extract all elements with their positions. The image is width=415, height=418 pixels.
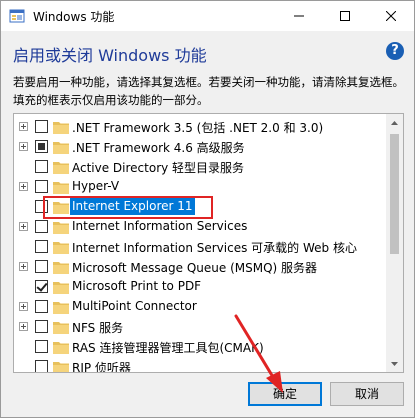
feature-label: NFS 服务 xyxy=(72,321,124,335)
features-list[interactable]: .NET Framework 3.5 (包括 .NET 2.0 和 3.0) .N… xyxy=(13,113,404,373)
expand-plus-icon[interactable] xyxy=(19,262,28,271)
cancel-button[interactable]: 取消 xyxy=(330,382,404,406)
folder-icon xyxy=(53,362,69,372)
folder-icon xyxy=(53,262,69,274)
folder-icon xyxy=(53,182,69,194)
page-heading: 启用或关闭 Windows 功能 xyxy=(13,46,207,65)
feature-checkbox[interactable] xyxy=(35,140,48,153)
description-text: 若要启用一种功能，请选择其复选框。若要关闭一种功能，请清除其复选框。填充的框表示… xyxy=(13,75,404,107)
expand-plus-icon[interactable] xyxy=(19,222,28,231)
expand-plus-icon[interactable] xyxy=(19,182,28,191)
feature-checkbox[interactable] xyxy=(35,180,48,193)
folder-icon xyxy=(53,302,69,314)
scroll-down-icon xyxy=(391,361,398,366)
feature-row[interactable]: NFS 服务 xyxy=(14,317,386,337)
feature-checkbox[interactable] xyxy=(35,160,48,173)
feature-row[interactable]: Microsoft Print to PDF xyxy=(14,277,386,297)
feature-label: Microsoft Message Queue (MSMQ) 服务器 xyxy=(72,261,318,275)
feature-label: Hyper-V xyxy=(72,179,120,193)
scroll-up-icon xyxy=(391,120,398,125)
feature-label: MultiPoint Connector xyxy=(72,299,197,313)
expand-plus-icon[interactable] xyxy=(19,122,28,131)
feature-checkbox[interactable] xyxy=(35,300,48,313)
ok-button[interactable]: 确定 xyxy=(248,382,322,406)
feature-checkbox[interactable] xyxy=(35,240,48,253)
feature-label: .NET Framework 3.5 (包括 .NET 2.0 和 3.0) xyxy=(72,121,324,135)
folder-icon xyxy=(53,282,69,294)
expand-plus-icon[interactable] xyxy=(19,302,28,311)
feature-row[interactable]: .NET Framework 4.6 高级服务 xyxy=(14,137,386,157)
feature-row[interactable]: Internet Information Services xyxy=(14,217,386,237)
folder-icon xyxy=(53,122,69,134)
window-title: Windows 功能 xyxy=(33,10,115,24)
feature-row[interactable]: .NET Framework 3.5 (包括 .NET 2.0 和 3.0) xyxy=(14,117,386,137)
feature-checkbox[interactable] xyxy=(35,120,48,133)
feature-label: Microsoft Print to PDF xyxy=(72,279,202,293)
title-bar[interactable]: Windows 功能 xyxy=(1,1,414,31)
feature-checkbox[interactable] xyxy=(35,260,48,273)
maximize-button[interactable] xyxy=(322,1,368,31)
feature-label: RAS 连接管理器管理工具包(CMAK) xyxy=(72,341,264,355)
help-icon[interactable]: ? xyxy=(386,42,404,60)
feature-row[interactable]: Internet Information Services 可承载的 Web 核… xyxy=(14,237,386,257)
close-button[interactable] xyxy=(368,1,414,31)
maximize-icon xyxy=(340,11,350,21)
minimize-icon xyxy=(294,15,304,17)
feature-row[interactable]: RIP 侦听器 xyxy=(14,357,386,373)
feature-checkbox[interactable] xyxy=(35,340,48,353)
folder-icon xyxy=(53,322,69,334)
feature-row[interactable]: Hyper-V xyxy=(14,177,386,197)
feature-row[interactable]: Active Directory 轻型目录服务 xyxy=(14,157,386,177)
feature-checkbox[interactable] xyxy=(35,320,48,333)
feature-row[interactable]: MultiPoint Connector xyxy=(14,297,386,317)
scrollbar-thumb[interactable] xyxy=(390,134,399,254)
expand-plus-icon[interactable] xyxy=(19,322,28,331)
feature-row[interactable]: RAS 连接管理器管理工具包(CMAK) xyxy=(14,337,386,357)
feature-label: RIP 侦听器 xyxy=(72,361,131,373)
folder-icon xyxy=(53,162,69,174)
scroll-down-button[interactable] xyxy=(386,355,403,372)
windows-features-dialog: Windows 功能 启用或关闭 Windows 功能 ? 若要启用一种功能，请… xyxy=(0,0,415,418)
feature-checkbox[interactable] xyxy=(35,220,48,233)
windows-features-icon xyxy=(9,9,25,23)
feature-label: Internet Information Services 可承载的 Web 核… xyxy=(72,241,357,255)
feature-row[interactable]: Microsoft Message Queue (MSMQ) 服务器 xyxy=(14,257,386,277)
feature-label: Active Directory 轻型目录服务 xyxy=(72,161,245,175)
scroll-up-button[interactable] xyxy=(386,114,403,131)
feature-checkbox[interactable] xyxy=(35,280,48,293)
annotation-highlight-box xyxy=(43,196,213,219)
expand-plus-icon[interactable] xyxy=(19,142,28,151)
feature-label: .NET Framework 4.6 高级服务 xyxy=(72,141,245,155)
folder-icon xyxy=(53,242,69,254)
feature-label: Internet Information Services xyxy=(72,219,248,233)
minimize-button[interactable] xyxy=(276,1,322,31)
folder-icon xyxy=(53,142,69,154)
folder-icon xyxy=(53,342,69,354)
vertical-scrollbar[interactable] xyxy=(386,114,403,372)
folder-icon xyxy=(53,222,69,234)
close-icon xyxy=(386,11,396,21)
feature-checkbox[interactable] xyxy=(35,360,48,372)
